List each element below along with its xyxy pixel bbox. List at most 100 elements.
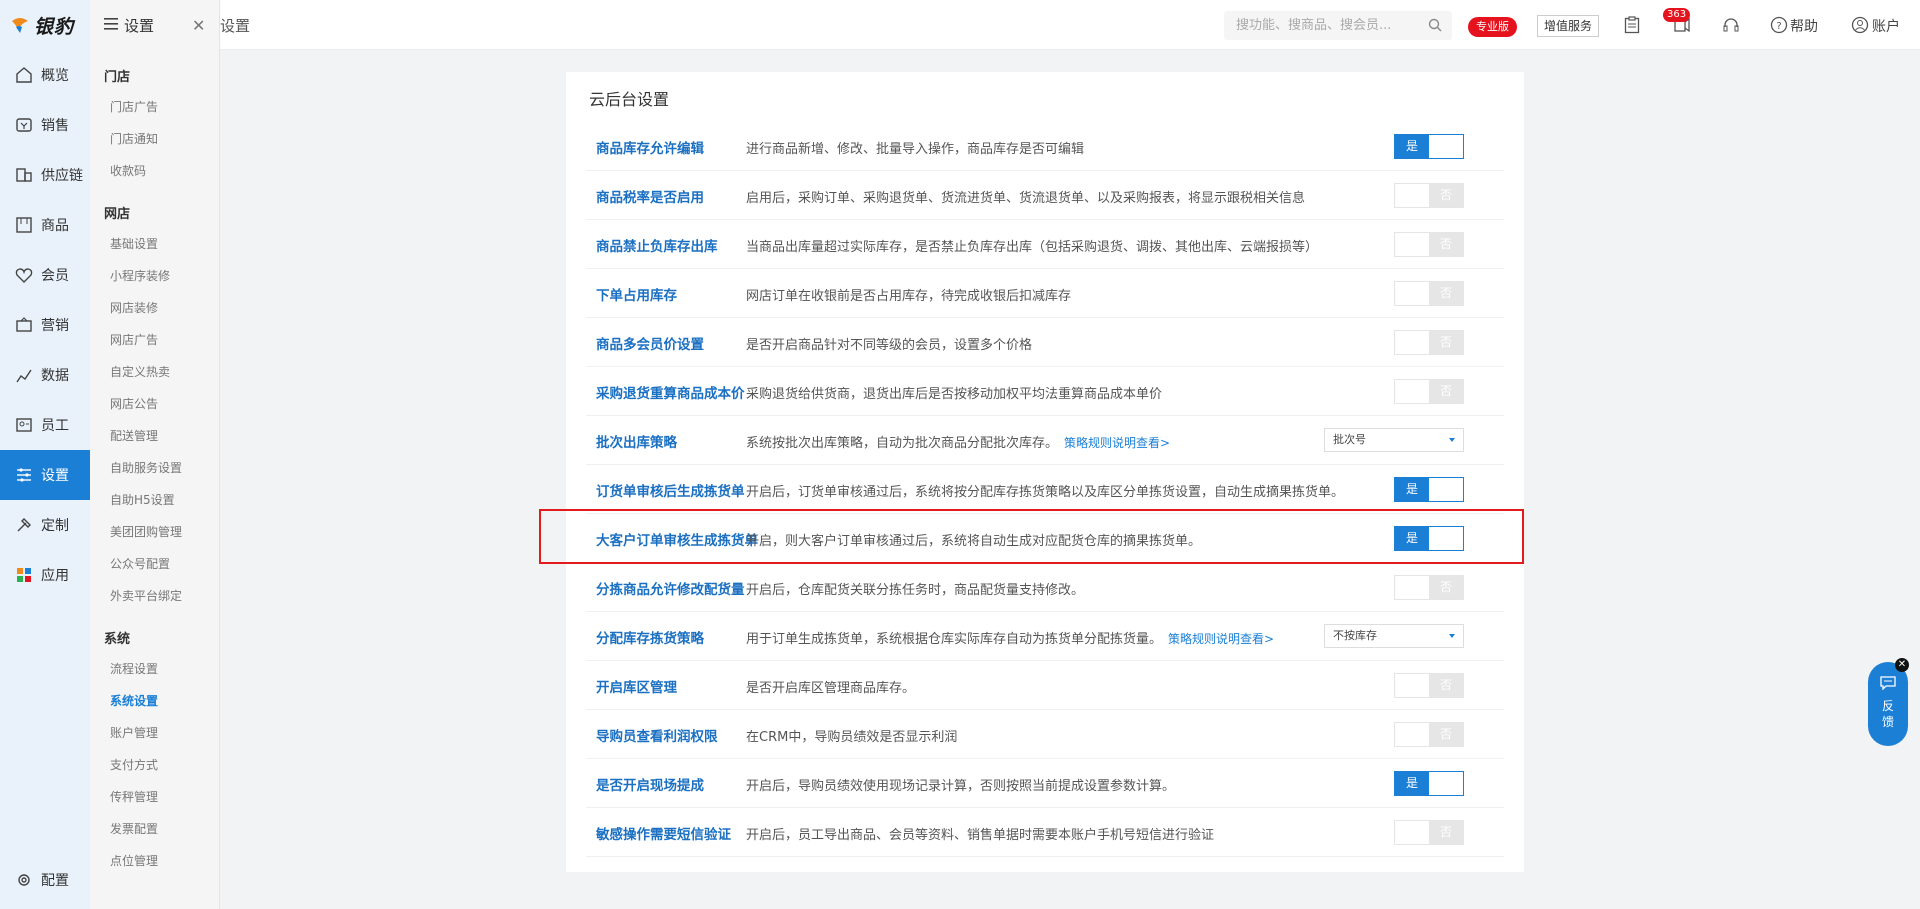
setting-toggle[interactable]: 否 [1394,722,1464,747]
value-added-services-button[interactable]: 增值服务 [1537,15,1600,37]
subpanel-item[interactable]: 基础设置 [90,228,219,260]
setting-toggle[interactable]: 否 [1394,673,1464,698]
account-label[interactable]: 账户 [1872,16,1900,36]
subpanel-item[interactable]: 发票配置 [90,813,219,845]
subpanel-group-heading: 系统 [104,632,131,647]
subpanel-item[interactable]: 门店通知 [90,123,219,155]
nav-item-4[interactable]: 会员 [0,250,90,300]
feedback-button[interactable]: 反馈 [1868,662,1908,746]
setting-toggle[interactable]: 是 [1394,526,1464,551]
setting-toggle[interactable]: 是 [1394,134,1464,159]
subpanel-item[interactable]: 外卖平台绑定 [90,580,219,612]
account-icon[interactable] [1848,13,1872,37]
setting-description-text: 是否开启库区管理商品库存。 [746,681,916,696]
toggle-knob [1395,674,1429,697]
setting-name: 商品税率是否启用 [596,190,704,206]
topbar: 设置 专业版 增值服务 363 ? 帮助 账户 [220,0,1920,50]
setting-toggle[interactable]: 否 [1394,281,1464,306]
subpanel-group-heading: 门店 [104,70,131,85]
subpanel-item[interactable]: 网店装修 [90,292,219,324]
help-icon[interactable]: ? [1767,13,1791,37]
custom-icon [15,516,33,534]
subpanel-item[interactable]: 流程设置 [90,653,219,685]
nav-item-8[interactable]: 设置 [0,450,90,500]
nav-item-5[interactable]: 营销 [0,300,90,350]
strategy-rules-link[interactable]: 策略规则说明查看> [1168,632,1274,646]
setting-description: 网店订单在收银前是否占用库存，待完成收银后扣减库存 [746,285,1071,304]
headset-icon[interactable] [1719,13,1743,37]
toggle-no-label: 否 [1429,233,1463,256]
search-icon[interactable] [1428,18,1442,36]
subpanel-item[interactable]: 美团团购管理 [90,516,219,548]
setting-toggle[interactable]: 否 [1394,183,1464,208]
nav-item-7[interactable]: 员工 [0,400,90,450]
message-count-badge: 363 [1663,8,1691,22]
subpanel-item[interactable]: 点位管理 [90,845,219,877]
nav-item-6[interactable]: 数据 [0,350,90,400]
setting-toggle[interactable]: 否 [1394,575,1464,600]
toggle-yes-label: 是 [1395,527,1429,550]
setting-row: 商品税率是否启用 启用后，采购订单、采购退货单、货流进货单、货流退货单、以及采购报… [586,171,1504,220]
setting-name: 采购退货重算商品成本价 [596,386,745,402]
nav-item-config[interactable]: 配置 [0,855,90,905]
cloud-backend-settings-card: 云后台设置 商品库存允许编辑 进行商品新增、修改、批量导入操作，商品库存是否可编辑… [566,72,1524,872]
feedback-close-icon[interactable]: ✕ [1895,658,1909,672]
setting-row: 是否开启现场提成 开启后，导购员绩效使用现场记录计算，否则按照当前提成设置参数计算… [586,759,1504,808]
subpanel-item[interactable]: 自助H5设置 [90,484,219,516]
nav-item-0[interactable]: 概览 [0,50,90,100]
setting-description: 是否开启商品针对不同等级的会员，设置多个价格 [746,334,1032,353]
search-input[interactable] [1224,11,1414,40]
setting-toggle[interactable]: 是 [1394,771,1464,796]
setting-description-text: 采购退货给供货商，退货出库后是否按移动加权平均法重算商品成本单价 [746,387,1163,402]
setting-toggle[interactable]: 否 [1394,820,1464,845]
strategy-select[interactable]: 不按库存 [1324,624,1464,648]
subpanel-item[interactable]: 系统设置 [90,685,219,717]
setting-description-text: 在CRM中，导购员绩效是否显示利润 [746,730,958,745]
nav-item-1[interactable]: 销售 [0,100,90,150]
toggle-knob [1429,135,1463,158]
marketing-icon [15,316,33,334]
toggle-no-label: 否 [1429,821,1463,844]
apps-icon [15,566,33,584]
subpanel-item[interactable]: 小程序装修 [90,260,219,292]
strategy-rules-link[interactable]: 策略规则说明查看> [1064,436,1170,450]
close-icon[interactable]: ✕ [192,16,205,35]
subpanel-item[interactable]: 支付方式 [90,749,219,781]
subpanel-item[interactable]: 配送管理 [90,420,219,452]
subpanel-item[interactable]: 网店公告 [90,388,219,420]
subpanel-item[interactable]: 网店广告 [90,324,219,356]
subpanel-item[interactable]: 门店广告 [90,91,219,123]
subpanel-item[interactable]: 自定义热卖 [90,356,219,388]
subpanel-item[interactable]: 自助服务设置 [90,452,219,484]
setting-toggle[interactable]: 否 [1394,232,1464,257]
setting-name: 敏感操作需要短信验证 [596,827,731,843]
setting-toggle[interactable]: 否 [1394,330,1464,355]
subpanel-item[interactable]: 账户管理 [90,717,219,749]
setting-toggle[interactable]: 是 [1394,477,1464,502]
setting-description-text: 是否开启商品针对不同等级的会员，设置多个价格 [746,338,1033,353]
setting-name: 订货单审核后生成拣货单 [596,484,745,500]
setting-toggle[interactable]: 否 [1394,379,1464,404]
subpanel-item[interactable]: 收款码 [90,155,219,187]
strategy-select[interactable]: 批次号 [1324,428,1464,452]
nav-item-9[interactable]: 定制 [0,500,90,550]
subpanel-group-heading: 网店 [104,207,131,222]
brand-logo[interactable]: 银豹 [0,0,90,50]
search-box[interactable] [1224,11,1452,40]
help-label[interactable]: 帮助 [1790,16,1818,36]
menu-icon[interactable] [104,16,118,34]
nav-item-2[interactable]: 供应链 [0,150,90,200]
nav-item-label: 定制 [41,518,69,534]
svg-text:?: ? [1776,21,1781,32]
setting-name: 是否开启现场提成 [596,778,704,794]
subpanel-item[interactable]: 公众号配置 [90,548,219,580]
subpanel-item[interactable]: 传秤管理 [90,781,219,813]
setting-description-text: 当商品出库量超过实际库存，是否禁止负库存出库（包括采购退货、调拨、其他出库、云端… [746,240,1319,255]
setting-name: 商品禁止负库存出库 [596,239,718,255]
brand-name: 银豹 [34,15,75,38]
nav-item-10[interactable]: 应用 [0,550,90,600]
pro-edition-badge[interactable]: 专业版 [1468,17,1517,37]
clipboard-icon[interactable] [1620,13,1644,37]
nav-item-3[interactable]: 商品 [0,200,90,250]
chat-icon [1880,676,1896,694]
